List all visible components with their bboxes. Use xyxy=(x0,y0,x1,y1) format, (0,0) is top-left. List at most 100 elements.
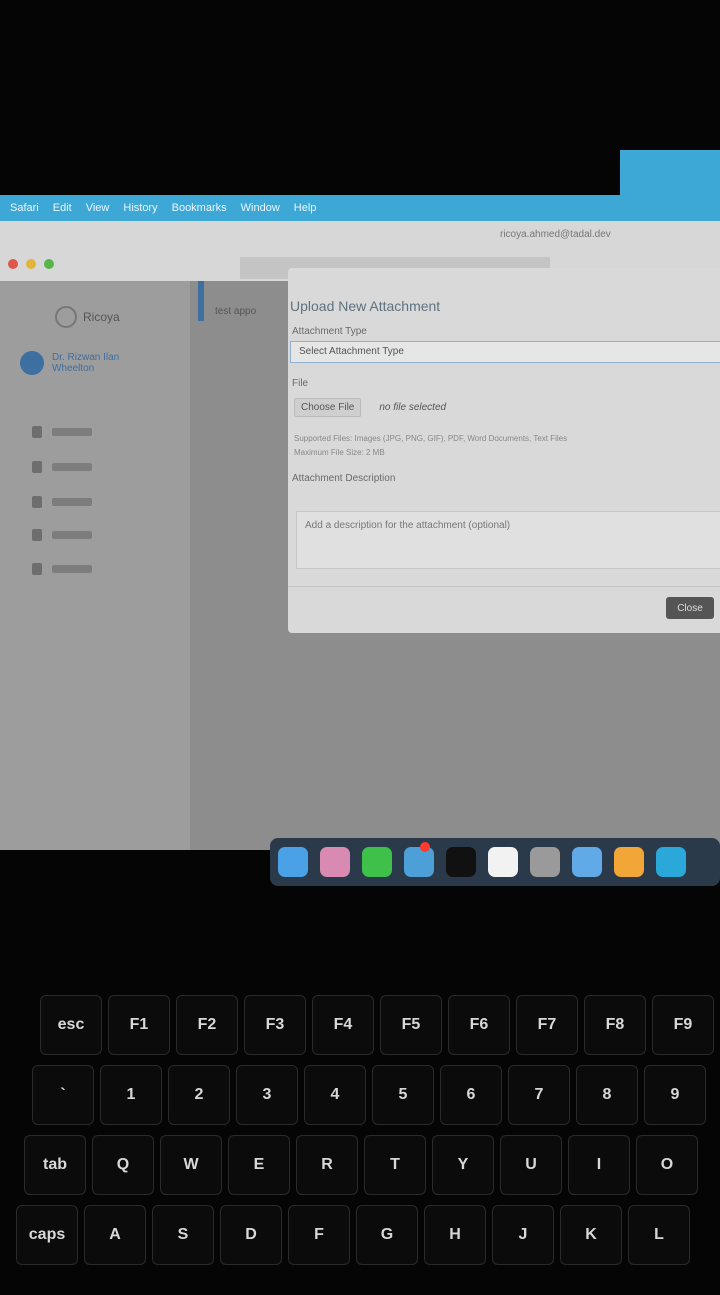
file-label: File xyxy=(292,378,309,389)
nav-icon xyxy=(32,529,42,541)
menu-view[interactable]: View xyxy=(86,202,110,214)
key-y[interactable]: Y xyxy=(432,1135,494,1195)
sidebar-item-4[interactable] xyxy=(32,529,92,541)
key-9[interactable]: 9 xyxy=(644,1065,706,1125)
sublime-text-icon[interactable] xyxy=(614,847,644,877)
key-1[interactable]: 1 xyxy=(100,1065,162,1125)
menu-window[interactable]: Window xyxy=(241,202,280,214)
calendar-icon[interactable] xyxy=(488,847,518,877)
key-7[interactable]: 7 xyxy=(508,1065,570,1125)
menu-bar: Safari Edit View History Bookmarks Windo… xyxy=(0,195,720,221)
avatar xyxy=(20,351,44,375)
key-e[interactable]: E xyxy=(228,1135,290,1195)
close-button[interactable]: Close xyxy=(666,597,714,619)
sidebar-item-2[interactable] xyxy=(32,461,92,473)
description-textarea[interactable]: Add a description for the attachment (op… xyxy=(296,511,720,569)
menu-history[interactable]: History xyxy=(123,202,157,214)
nav-icon xyxy=(32,496,42,508)
menu-help[interactable]: Help xyxy=(294,202,317,214)
nav-label xyxy=(52,428,92,436)
description-label: Attachment Description xyxy=(292,473,396,484)
key-k[interactable]: K xyxy=(560,1205,622,1265)
max-size-hint: Maximum File Size: 2 MB xyxy=(294,448,385,457)
sidebar: Ricoya Dr. Rizwan Ilan Wheelton xyxy=(0,281,190,850)
key-f5[interactable]: F5 xyxy=(380,995,442,1055)
close-window-button[interactable] xyxy=(8,259,18,269)
safari-icon[interactable] xyxy=(572,847,602,877)
whatsapp-icon[interactable] xyxy=(362,847,392,877)
user-profile[interactable]: Dr. Rizwan Ilan Wheelton xyxy=(20,351,162,375)
window-controls xyxy=(8,259,54,269)
key-f7[interactable]: F7 xyxy=(516,995,578,1055)
launchpad-icon[interactable] xyxy=(320,847,350,877)
keyboard: esc F1 F2 F3 F4 F5 F6 F7 F8 F9 ` 1 2 3 4 5 6 7 8 9 tab Q W E R T Y… xyxy=(16,995,720,1295)
key-q[interactable]: Q xyxy=(92,1135,154,1195)
menu-bookmarks[interactable]: Bookmarks xyxy=(172,202,227,214)
key-h[interactable]: H xyxy=(424,1205,486,1265)
key-8[interactable]: 8 xyxy=(576,1065,638,1125)
key-f6[interactable]: F6 xyxy=(448,995,510,1055)
dock xyxy=(270,838,720,886)
key-3[interactable]: 3 xyxy=(236,1065,298,1125)
key-a[interactable]: A xyxy=(84,1205,146,1265)
app-icon[interactable] xyxy=(656,847,686,877)
key-d[interactable]: D xyxy=(220,1205,282,1265)
brand: Ricoya xyxy=(55,306,120,328)
key-6[interactable]: 6 xyxy=(440,1065,502,1125)
key-t[interactable]: T xyxy=(364,1135,426,1195)
brand-name: Ricoya xyxy=(83,310,120,324)
nav-label xyxy=(52,463,92,471)
minimize-window-button[interactable] xyxy=(26,259,36,269)
browser-title: ricoya.ahmed@tadal.dev xyxy=(500,229,611,240)
key-f[interactable]: F xyxy=(288,1205,350,1265)
key-`[interactable]: ` xyxy=(32,1065,94,1125)
user-name: Dr. Rizwan Ilan Wheelton xyxy=(52,352,120,374)
key-f8[interactable]: F8 xyxy=(584,995,646,1055)
key-w[interactable]: W xyxy=(160,1135,222,1195)
system-settings-icon[interactable] xyxy=(530,847,560,877)
key-5[interactable]: 5 xyxy=(372,1065,434,1125)
terminal-icon[interactable] xyxy=(446,847,476,877)
key-f2[interactable]: F2 xyxy=(176,995,238,1055)
menu-edit[interactable]: Edit xyxy=(53,202,72,214)
content-accent xyxy=(198,281,204,321)
key-u[interactable]: U xyxy=(500,1135,562,1195)
attachment-type-select[interactable]: Select Attachment Type xyxy=(290,341,720,363)
nav-label xyxy=(52,498,92,506)
key-l[interactable]: L xyxy=(628,1205,690,1265)
file-status: no file selected xyxy=(379,402,447,413)
key-j[interactable]: J xyxy=(492,1205,554,1265)
key-4[interactable]: 4 xyxy=(304,1065,366,1125)
nav-label xyxy=(52,565,92,573)
zoom-window-button[interactable] xyxy=(44,259,54,269)
key-f4[interactable]: F4 xyxy=(312,995,374,1055)
key-f1[interactable]: F1 xyxy=(108,995,170,1055)
sidebar-item-3[interactable] xyxy=(32,496,92,508)
upload-attachment-modal: Upload New Attachment Attachment Type Se… xyxy=(288,268,720,633)
nav-icon xyxy=(32,461,42,473)
key-g[interactable]: G xyxy=(356,1205,418,1265)
key-esc[interactable]: esc xyxy=(40,995,102,1055)
key-o[interactable]: O xyxy=(636,1135,698,1195)
modal-title: Upload New Attachment xyxy=(290,298,441,314)
key-f3[interactable]: F3 xyxy=(244,995,306,1055)
key-s[interactable]: S xyxy=(152,1205,214,1265)
choose-file-button[interactable]: Choose File xyxy=(294,398,362,417)
sidebar-item-5[interactable] xyxy=(32,563,92,575)
menubar-right xyxy=(620,150,720,195)
key-caps[interactable]: caps xyxy=(16,1205,78,1265)
file-input: Choose File no file selected xyxy=(294,398,446,417)
key-r[interactable]: R xyxy=(296,1135,358,1195)
telegram-icon[interactable] xyxy=(404,847,434,877)
key-i[interactable]: I xyxy=(568,1135,630,1195)
key-tab[interactable]: tab xyxy=(24,1135,86,1195)
key-2[interactable]: 2 xyxy=(168,1065,230,1125)
nav-icon xyxy=(32,563,42,575)
finder-icon[interactable] xyxy=(278,847,308,877)
nav-label xyxy=(52,531,92,539)
nav-icon xyxy=(32,426,42,438)
menu-safari[interactable]: Safari xyxy=(10,202,39,214)
sidebar-item-1[interactable] xyxy=(32,426,92,438)
key-f9[interactable]: F9 xyxy=(652,995,714,1055)
attachment-type-label: Attachment Type xyxy=(292,326,367,337)
